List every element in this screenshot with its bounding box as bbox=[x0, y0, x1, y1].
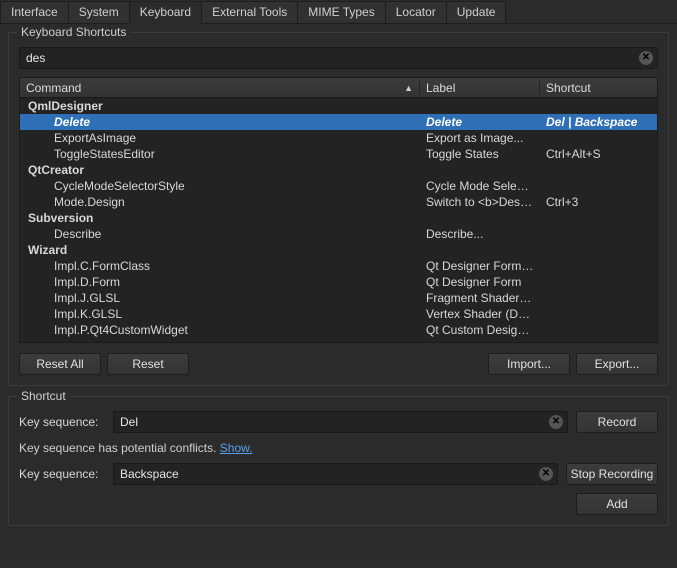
add-button[interactable]: Add bbox=[576, 493, 658, 515]
clear-sequence-1-icon[interactable]: ✕ bbox=[549, 415, 563, 429]
column-shortcut-label: Shortcut bbox=[546, 81, 591, 95]
cell-command: QtCreator bbox=[20, 163, 420, 177]
cell-command: Impl.J.GLSL bbox=[20, 291, 420, 305]
table-header[interactable]: Command ▲ Label Shortcut bbox=[20, 78, 657, 98]
cell-command: ToggleStatesEditor bbox=[20, 147, 420, 161]
cell-label: Delete bbox=[420, 115, 540, 129]
shortcut-editor-title: Shortcut bbox=[17, 389, 70, 403]
cell-label: Toggle States bbox=[420, 147, 540, 161]
key-sequence-input-1[interactable] bbox=[120, 415, 549, 429]
table-row[interactable]: Impl.D.FormQt Designer Form bbox=[20, 274, 657, 290]
cell-command: CycleModeSelectorStyle bbox=[20, 179, 420, 193]
cell-shortcut: Ctrl+Alt+S bbox=[540, 147, 657, 161]
cell-command: Impl.P.Qt4CustomWidget bbox=[20, 323, 420, 337]
table-row[interactable]: Impl.K.GLSLVertex Shader (Deskto... bbox=[20, 306, 657, 322]
cell-command: Mode.Design bbox=[20, 195, 420, 209]
export-button[interactable]: Export... bbox=[576, 353, 658, 375]
cell-command: Impl.K.GLSL bbox=[20, 307, 420, 321]
shortcut-table: Command ▲ Label Shortcut QmlDesignerDele… bbox=[19, 77, 658, 343]
tab-system[interactable]: System bbox=[68, 1, 130, 23]
keyboard-shortcuts-title: Keyboard Shortcuts bbox=[17, 25, 130, 39]
reset-all-button[interactable]: Reset All bbox=[19, 353, 101, 375]
cell-command: Wizard bbox=[20, 243, 420, 257]
cell-shortcut: Del | Backspace bbox=[540, 115, 657, 129]
cell-command: Impl.C.FormClass bbox=[20, 259, 420, 273]
cell-label: Qt Designer Form bbox=[420, 275, 540, 289]
sort-ascending-icon: ▲ bbox=[404, 83, 413, 93]
cell-command: Impl.D.Form bbox=[20, 275, 420, 289]
table-row[interactable]: ToggleStatesEditorToggle StatesCtrl+Alt+… bbox=[20, 146, 657, 162]
clear-search-icon[interactable]: ✕ bbox=[639, 51, 653, 65]
column-shortcut[interactable]: Shortcut bbox=[540, 81, 657, 95]
table-body: QmlDesignerDeleteDeleteDel | BackspaceEx… bbox=[20, 98, 657, 342]
cell-command: Subversion bbox=[20, 211, 420, 225]
table-row[interactable]: QtCreator bbox=[20, 162, 657, 178]
tab-update[interactable]: Update bbox=[446, 1, 507, 23]
column-command-label: Command bbox=[26, 81, 81, 95]
tab-bar: InterfaceSystemKeyboardExternal ToolsMIM… bbox=[0, 0, 677, 24]
conflict-message: Key sequence has potential conflicts. Sh… bbox=[19, 441, 658, 455]
column-command[interactable]: Command ▲ bbox=[20, 81, 420, 95]
table-row[interactable]: CycleModeSelectorStyleCycle Mode Selecto… bbox=[20, 178, 657, 194]
column-label[interactable]: Label bbox=[420, 81, 540, 95]
cell-label: Qt Designer Form Class bbox=[420, 259, 540, 273]
search-input[interactable] bbox=[26, 51, 639, 65]
cell-label: Fragment Shader (Des... bbox=[420, 291, 540, 305]
conflict-show-link[interactable]: Show. bbox=[220, 441, 253, 455]
clear-sequence-2-icon[interactable]: ✕ bbox=[539, 467, 553, 481]
column-label-label: Label bbox=[426, 81, 455, 95]
key-sequence-input-2[interactable] bbox=[120, 467, 539, 481]
import-button[interactable]: Import... bbox=[488, 353, 570, 375]
search-input-wrapper[interactable]: ✕ bbox=[19, 47, 658, 69]
cell-command: ExportAsImage bbox=[20, 131, 420, 145]
cell-command: Delete bbox=[20, 115, 420, 129]
key-sequence-field-1[interactable]: ✕ bbox=[113, 411, 568, 433]
key-sequence-label-2: Key sequence: bbox=[19, 467, 105, 481]
cell-shortcut: Ctrl+3 bbox=[540, 195, 657, 209]
key-sequence-label-1: Key sequence: bbox=[19, 415, 105, 429]
cell-label: Cycle Mode Selector ... bbox=[420, 179, 540, 193]
reset-button[interactable]: Reset bbox=[107, 353, 189, 375]
cell-label: Switch to <b>Design... bbox=[420, 195, 540, 209]
table-row[interactable]: ExportAsImageExport as Image... bbox=[20, 130, 657, 146]
keyboard-shortcuts-group: Keyboard Shortcuts ✕ Command ▲ Label Sho… bbox=[8, 32, 669, 386]
key-sequence-field-2[interactable]: ✕ bbox=[113, 463, 558, 485]
tab-keyboard[interactable]: Keyboard bbox=[129, 1, 202, 24]
tab-external-tools[interactable]: External Tools bbox=[201, 1, 298, 23]
table-row[interactable]: Subversion bbox=[20, 210, 657, 226]
table-row[interactable]: QmlDesigner bbox=[20, 98, 657, 114]
table-row[interactable]: DeleteDeleteDel | Backspace bbox=[20, 114, 657, 130]
table-row[interactable]: Impl.P.Qt4CustomWidgetQt Custom Designer… bbox=[20, 322, 657, 338]
shortcut-editor-group: Shortcut Key sequence: ✕ Record Key sequ… bbox=[8, 396, 669, 526]
table-row[interactable]: Impl.J.GLSLFragment Shader (Des... bbox=[20, 290, 657, 306]
table-row[interactable]: Wizard bbox=[20, 242, 657, 258]
record-button[interactable]: Record bbox=[576, 411, 658, 433]
conflict-text: Key sequence has potential conflicts. bbox=[19, 441, 220, 455]
table-row[interactable]: Mode.DesignSwitch to <b>Design...Ctrl+3 bbox=[20, 194, 657, 210]
tab-locator[interactable]: Locator bbox=[385, 1, 447, 23]
tab-mime-types[interactable]: MIME Types bbox=[297, 1, 385, 23]
stop-recording-button[interactable]: Stop Recording bbox=[566, 463, 658, 485]
tab-interface[interactable]: Interface bbox=[0, 1, 69, 23]
table-row[interactable]: Impl.C.FormClassQt Designer Form Class bbox=[20, 258, 657, 274]
cell-label: Describe... bbox=[420, 227, 540, 241]
cell-command: QmlDesigner bbox=[20, 99, 420, 113]
cell-label: Qt Custom Designer ... bbox=[420, 323, 540, 337]
table-row[interactable]: DescribeDescribe... bbox=[20, 226, 657, 242]
cell-label: Vertex Shader (Deskto... bbox=[420, 307, 540, 321]
cell-label: Export as Image... bbox=[420, 131, 540, 145]
cell-command: Describe bbox=[20, 227, 420, 241]
